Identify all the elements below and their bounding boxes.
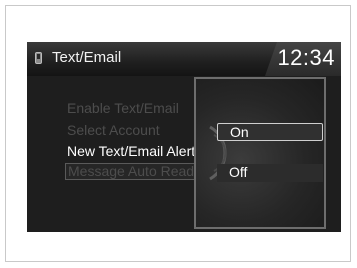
phone-icon [35, 52, 42, 64]
option-off[interactable]: Off [217, 164, 323, 182]
option-popup: On Off [194, 77, 326, 229]
screen-title: Text/Email [52, 49, 122, 66]
menu-item-new-text-email-alert[interactable]: New Text/Email Alert [67, 143, 209, 159]
option-on[interactable]: On [217, 123, 323, 141]
header-bar: Text/Email 12:34 [27, 42, 341, 76]
clock: 12:34 [277, 45, 335, 70]
menu-item-select-account[interactable]: Select Account [67, 122, 209, 138]
display-screen: Text/Email 12:34 Enable Text/Email Selec… [27, 42, 341, 232]
menu-item-enable-text-email[interactable]: Enable Text/Email [67, 100, 209, 116]
menu-item-message-auto-reading[interactable]: Message Auto Reading [65, 163, 209, 180]
